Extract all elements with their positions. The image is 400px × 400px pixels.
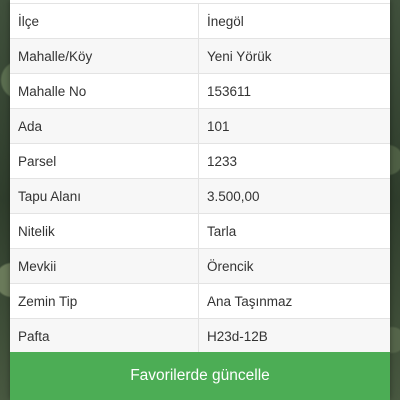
row-value-ada: 101 xyxy=(198,108,390,144)
row-value-mahalle-no: 153611 xyxy=(198,73,390,109)
table-row: Ada 101 xyxy=(10,108,390,144)
table-row: Mahalle/Köy Yeni Yörük xyxy=(10,38,390,74)
row-value-zemin-tip: Ana Taşınmaz xyxy=(198,283,390,319)
row-label-pafta: Pafta xyxy=(10,318,199,354)
row-label-mahalle-no: Mahalle No xyxy=(10,73,199,109)
table-row: Tapu Alanı 3.500,00 xyxy=(10,178,390,214)
row-label-mahalle-koy: Mahalle/Köy xyxy=(10,38,199,74)
update-favorites-button[interactable]: Favorilerde güncelle xyxy=(10,352,390,400)
row-value-ilce: İnegöl xyxy=(198,3,390,39)
row-label-ilce: İlçe xyxy=(10,3,199,39)
parcel-info-panel: İlçe İnegöl Mahalle/Köy Yeni Yörük Mahal… xyxy=(10,0,390,400)
row-label-tapu-alani: Tapu Alanı xyxy=(10,178,199,214)
table-row: Zemin Tip Ana Taşınmaz xyxy=(10,283,390,319)
row-value-pafta: H23d-12B xyxy=(198,318,390,354)
row-value-nitelik: Tarla xyxy=(198,213,390,249)
table-row: Mevkii Örencik xyxy=(10,248,390,284)
table-row: Mahalle No 153611 xyxy=(10,73,390,109)
row-label-zemin-tip: Zemin Tip xyxy=(10,283,199,319)
row-label-mevkii: Mevkii xyxy=(10,248,199,284)
table-row: Nitelik Tarla xyxy=(10,213,390,249)
table-row: Parsel 1233 xyxy=(10,143,390,179)
table-row: Pafta H23d-12B xyxy=(10,318,390,354)
row-value-parsel: 1233 xyxy=(198,143,390,179)
row-value-mahalle-koy: Yeni Yörük xyxy=(198,38,390,74)
table-row: İlçe İnegöl xyxy=(10,3,390,39)
row-value-mevkii: Örencik xyxy=(198,248,390,284)
row-value-tapu-alani: 3.500,00 xyxy=(198,178,390,214)
row-label-nitelik: Nitelik xyxy=(10,213,199,249)
parcel-details-table: İlçe İnegöl Mahalle/Köy Yeni Yörük Mahal… xyxy=(10,3,390,354)
row-label-ada: Ada xyxy=(10,108,199,144)
row-label-parsel: Parsel xyxy=(10,143,199,179)
